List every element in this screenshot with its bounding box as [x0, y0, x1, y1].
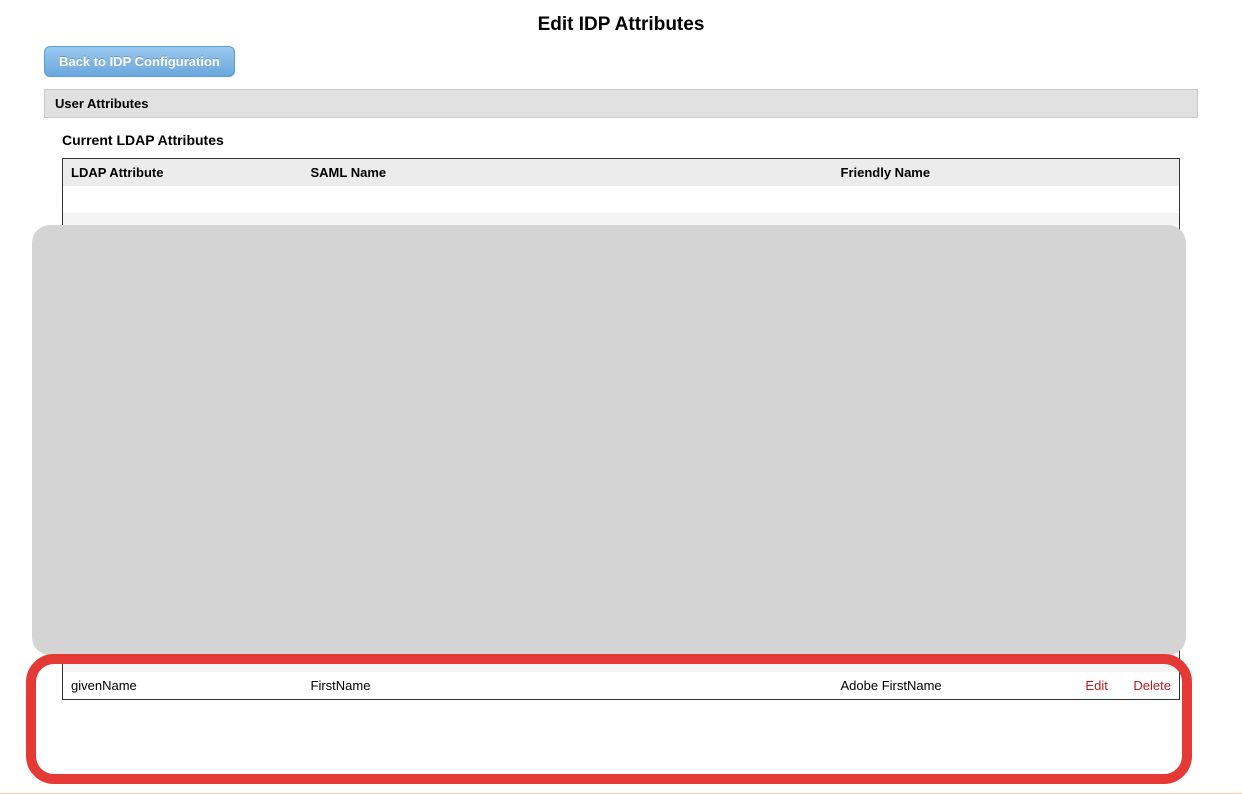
cell-ldap: givenName	[63, 672, 303, 700]
table-row	[63, 186, 1180, 213]
cell-friendly: Adobe FirstName	[833, 672, 1078, 700]
col-header-ldap: LDAP Attribute	[63, 159, 303, 187]
col-header-friendly: Friendly Name	[833, 159, 1078, 187]
user-attributes-section-header: User Attributes	[44, 89, 1198, 118]
delete-link[interactable]: Delete	[1133, 678, 1171, 693]
page-title: Edit IDP Attributes	[44, 0, 1198, 46]
cell-saml: FirstName	[303, 672, 833, 700]
redacted-overlay	[32, 225, 1186, 655]
col-header-saml: SAML Name	[303, 159, 833, 187]
current-ldap-attributes-title: Current LDAP Attributes	[62, 132, 1180, 148]
divider	[0, 793, 1242, 794]
back-to-idp-config-button[interactable]: Back to IDP Configuration	[44, 46, 235, 77]
edit-link[interactable]: Edit	[1085, 678, 1107, 693]
table-row: givenNameFirstNameAdobe FirstName Edit Del…	[63, 672, 1180, 700]
